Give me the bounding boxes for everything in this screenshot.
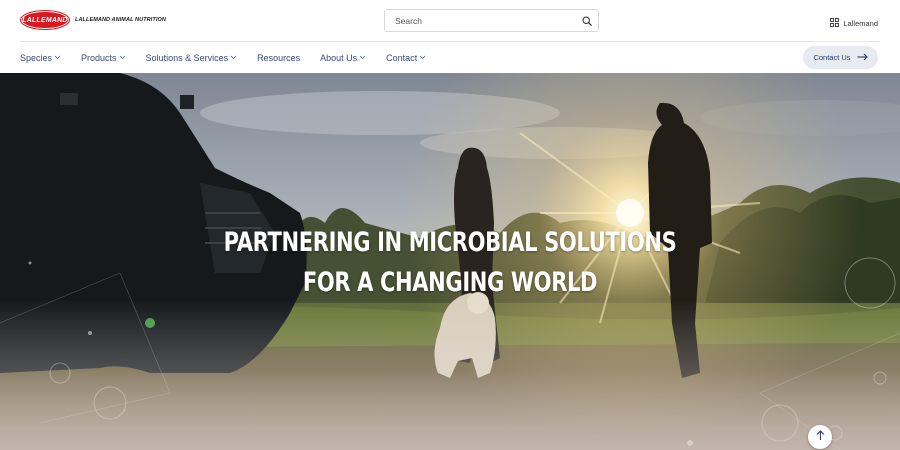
main-nav: Species Products Solutions & Services Re… [20, 42, 446, 73]
hero-title-line-1: PARTNERING IN MICROBIAL SOLUTIONS [223, 227, 677, 258]
arrow-right-icon [857, 53, 868, 63]
chevron-down-icon [419, 55, 426, 60]
chevron-down-icon [119, 55, 126, 60]
logo-text: LALLEMAND [22, 16, 68, 24]
scroll-to-top-button[interactable] [808, 425, 832, 449]
logo-mark: LALLEMAND [20, 10, 70, 30]
apps-label: Lallemand [843, 18, 878, 28]
nav-item-label: Species [20, 52, 53, 63]
apps-menu[interactable]: Lallemand [830, 14, 878, 32]
nav-item-resources[interactable]: Resources [257, 53, 300, 63]
brand-logo[interactable]: LALLEMAND LALLEMAND ANIMAL NUTRITION [20, 10, 166, 30]
nav-item-contact[interactable]: Contact [386, 53, 426, 63]
hero-title: PARTNERING IN MICROBIAL SOLUTIONS FOR A … [99, 223, 801, 303]
search-icon[interactable] [576, 10, 598, 31]
nav-item-label: Solutions & Services [145, 52, 229, 63]
nav-item-label: Contact [386, 52, 418, 63]
nav-item-label: Resources [257, 52, 301, 63]
search-input[interactable] [385, 10, 576, 31]
search-box [384, 9, 599, 32]
contact-us-label: Contact Us [813, 53, 851, 62]
nav-item-products[interactable]: Products [81, 53, 126, 63]
arrow-up-icon [816, 428, 825, 446]
nav-item-solutions-services[interactable]: Solutions & Services [146, 53, 238, 63]
chevron-down-icon [230, 55, 237, 60]
logo-subtitle: LALLEMAND ANIMAL NUTRITION [75, 17, 166, 23]
hero-banner: PARTNERING IN MICROBIAL SOLUTIONS FOR A … [0, 73, 900, 450]
chevron-down-icon [359, 55, 366, 60]
contact-us-button[interactable]: Contact Us [803, 46, 878, 69]
nav-item-label: About Us [320, 52, 358, 63]
nav-item-about-us[interactable]: About Us [320, 53, 366, 63]
nav-item-species[interactable]: Species [20, 53, 61, 63]
chevron-down-icon [54, 55, 61, 60]
top-bar: LALLEMAND LALLEMAND ANIMAL NUTRITION Lal… [0, 0, 900, 42]
hero-title-line-2: FOR A CHANGING WORLD [302, 267, 598, 298]
nav-item-label: Products [81, 52, 117, 63]
grid-icon [830, 14, 840, 32]
